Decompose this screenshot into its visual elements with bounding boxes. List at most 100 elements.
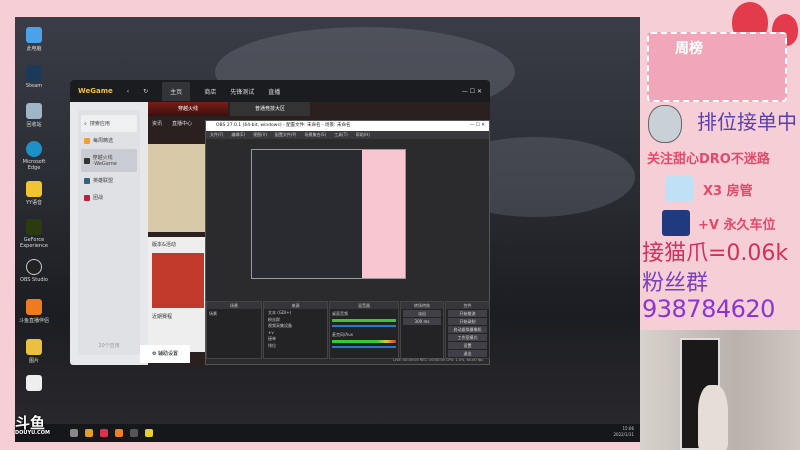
start-icon[interactable]: [70, 429, 78, 437]
back-icon[interactable]: ‹: [127, 88, 129, 95]
menu-edit[interactable]: 编辑(E): [231, 131, 245, 139]
follow-text: 关注甜心DRO不迷路: [647, 152, 770, 167]
volume-slider[interactable]: [332, 325, 396, 327]
obs-menubar: 文件(F) 编辑(E) 视图(V) 配置文件(P) 场景集合(S) 工具(T) 帮助(H): [206, 131, 489, 139]
tab-live-center[interactable]: 直播中心: [172, 120, 192, 127]
news-carousel[interactable]: [148, 144, 208, 232]
fans-group-number: 938784620: [642, 295, 775, 323]
studio-mode-button[interactable]: 工作室模式: [448, 334, 487, 341]
tab-home[interactable]: 主页: [162, 81, 191, 101]
desktop-icon-edge[interactable]: Microsoft Edge: [19, 141, 49, 171]
window-controls[interactable]: — ☐ ✕: [462, 88, 482, 95]
icon-label: 斗鱼直播伴侣: [19, 318, 50, 324]
window-controls[interactable]: — ☐ ✕: [470, 121, 485, 131]
sidebar-item-label: 团战: [93, 195, 104, 201]
desktop-icon-yy[interactable]: YY语音: [19, 181, 49, 206]
stream-overlay-panel: 周榜 排位接单中 关注甜心DRO不迷路 X3 房管 +V 永久车位 接猫爪=0.…: [640, 0, 800, 330]
tab-store[interactable]: 商店: [204, 87, 216, 96]
game-tab-region[interactable]: 普通竞技大区: [230, 102, 310, 116]
dock-title: 混音器: [330, 302, 398, 309]
rocket-gift-icon: [662, 210, 690, 236]
menu-help[interactable]: 帮助(H): [356, 131, 370, 139]
settings-button[interactable]: 设置: [448, 342, 487, 349]
search-placeholder: 搜索应用: [89, 121, 110, 127]
system-clock[interactable]: 15:06 2022/1/31: [613, 426, 634, 438]
icon-label: OBS Studio: [20, 277, 48, 283]
mixer-channel-label: 桌面音频: [332, 311, 348, 316]
dock-title: 控件: [446, 302, 489, 309]
obs-preview[interactable]: [251, 149, 406, 279]
menu-view[interactable]: 视图(V): [253, 131, 267, 139]
sidebar-item[interactable]: 英雄联盟: [81, 172, 137, 189]
desktop-icon-douyu[interactable]: 斗鱼直播伴侣: [19, 299, 49, 324]
clock-date: 2022/1/31: [613, 432, 634, 437]
menu-tools[interactable]: 工具(T): [334, 131, 348, 139]
app-icon: [84, 137, 90, 144]
gift-reward-text: X3 房管: [703, 184, 753, 199]
desktop-icon-file[interactable]: [19, 375, 49, 393]
menu-scene-collection[interactable]: 场景集合(S): [304, 131, 326, 139]
game-tab-cf[interactable]: 穿越火线: [148, 102, 228, 116]
streamer: [698, 385, 728, 450]
wegame-logo: WeGame: [78, 87, 113, 95]
start-streaming-button[interactable]: 开始推流: [448, 310, 487, 317]
obs-window: OBS 27.0.1 (64-bit, windows) - 配置文件: 未命名…: [205, 120, 490, 365]
taskbar-app-icon[interactable]: [145, 429, 153, 437]
taskbar-app-icon[interactable]: [115, 429, 123, 437]
taskbar-app-icon[interactable]: [130, 429, 138, 437]
desktop-icon-recycle-bin[interactable]: 回收站: [19, 103, 49, 128]
source-item[interactable]: 排位: [268, 343, 323, 350]
exit-button[interactable]: 退出: [448, 350, 487, 357]
sidebar-item-label: 英雄联盟: [93, 178, 114, 184]
icon-label: 回收站: [26, 122, 42, 128]
virtual-camera-button[interactable]: 启动虚拟摄像机: [448, 326, 487, 333]
sources-dock: 来源 文本 (GDI+) 粉丝群 视频采集设备 +v 接单 排位: [263, 301, 328, 359]
start-recording-button[interactable]: 开始录制: [448, 318, 487, 325]
weekly-rank-title: 周榜: [675, 41, 703, 57]
sidebar-item-label: 每周精选: [93, 138, 114, 144]
menu-profile[interactable]: 配置文件(P): [275, 131, 297, 139]
app-icon: [84, 157, 90, 164]
icon-label: Steam: [25, 83, 43, 89]
search-apps-input[interactable]: ⌕ 搜索应用: [81, 115, 137, 132]
fans-group-label: 粉丝群: [642, 271, 709, 296]
app-count: 20个应用: [98, 343, 120, 349]
duration-input[interactable]: 300 ms: [403, 318, 441, 325]
tab-pioneer[interactable]: 先锋测试: [230, 87, 254, 96]
refresh-icon[interactable]: ↻: [143, 88, 148, 95]
volume-slider[interactable]: [332, 346, 396, 348]
section-title: 近期赛程: [152, 314, 173, 320]
section-title: 版本&活动: [152, 242, 176, 248]
taskbar-app-icon[interactable]: [100, 429, 108, 437]
transitions-dock: 转场特效 淡出 300 ms: [400, 301, 444, 359]
wegame-titlebar: WeGame ‹ ↻ 主页 商店 先锋测试 直播 — ☐ ✕: [70, 80, 490, 102]
assist-settings-button[interactable]: ⚙ 辅助设置: [140, 345, 190, 363]
sidebar-item[interactable]: 每周精选: [81, 132, 137, 149]
tab-live[interactable]: 直播: [268, 87, 280, 96]
desktop-icon-steam[interactable]: Steam: [19, 65, 49, 89]
dock-title: 来源: [264, 302, 327, 309]
desktop-icon-this-pc[interactable]: 此电脑: [19, 27, 49, 52]
sidebar-item-label: 穿越火线·WeGame: [92, 155, 117, 167]
icon-label: GeForce Experience: [20, 237, 48, 249]
sidebar-item[interactable]: 穿越火线·WeGame: [81, 149, 137, 172]
app-icon: [84, 194, 90, 201]
obs-titlebar: OBS 27.0.1 (64-bit, windows) - 配置文件: 未命名…: [206, 121, 489, 131]
sidebar-item[interactable]: 团战: [81, 189, 137, 206]
scene-item[interactable]: 场景: [207, 309, 261, 319]
obs-statusbar: LIVE: 00:00:00 REC: 00:00:00 CPU: 1.0%, …: [393, 358, 483, 362]
event-banner[interactable]: [152, 253, 204, 308]
streamed-desktop: 此电脑 Steam 回收站 Microsoft Edge YY语音 GeForc…: [15, 17, 640, 442]
dock-title: 转场特效: [401, 302, 443, 309]
menu-file[interactable]: 文件(F): [210, 131, 223, 139]
desktop-icon-obs[interactable]: OBS Studio: [19, 259, 49, 283]
wegame-sidebar: ⌕ 搜索应用 每周精选 穿越火线·WeGame 英雄联盟 团战 20个应用: [78, 110, 140, 355]
tab-news[interactable]: 资讯: [152, 120, 162, 127]
cat-mascot-icon: [648, 105, 682, 143]
desktop-icon-pictures[interactable]: 图片: [19, 339, 49, 364]
window-title: OBS 27.0.1 (64-bit, windows) - 配置文件: 未命名…: [216, 123, 351, 128]
desktop-icon-geforce[interactable]: GeForce Experience: [19, 219, 49, 249]
icon-label: 图片: [28, 358, 39, 364]
transition-select[interactable]: 淡出: [403, 310, 441, 317]
taskbar-app-icon[interactable]: [85, 429, 93, 437]
